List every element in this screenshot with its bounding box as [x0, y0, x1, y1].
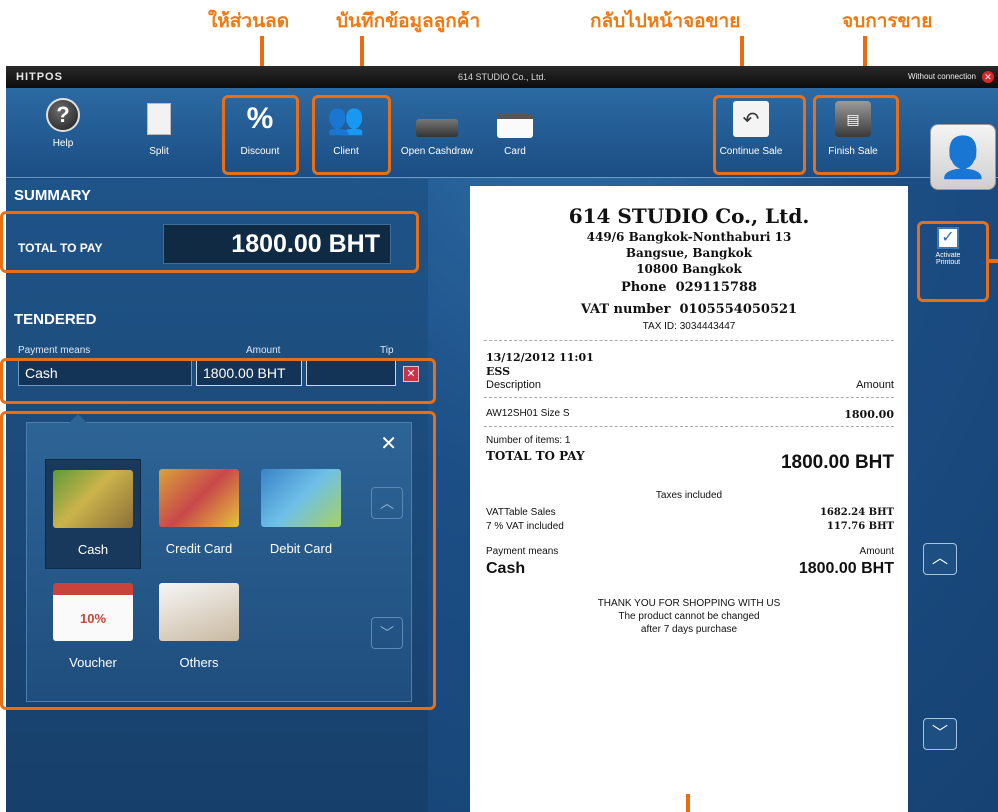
disconnected-icon: ✕: [982, 71, 994, 83]
receipt-address-3: 10800 Bangkok: [636, 262, 742, 276]
receipt-payment-means: Cash: [486, 560, 526, 577]
split-button[interactable]: Split: [124, 92, 194, 174]
divider: [484, 397, 894, 398]
receipt-cashier: ESS: [486, 365, 511, 378]
receipt-items-count: Number of items: 1: [486, 435, 571, 446]
receipt-payment-means-label: Payment means: [486, 546, 559, 557]
receipt-col-amount: Amount: [856, 379, 894, 391]
receipt-scroll-down-icon[interactable]: ﹀: [923, 718, 957, 750]
receipt-scroll-up-icon[interactable]: ︿: [923, 543, 957, 575]
receipt-tax-id: TAX ID: 3034443447: [642, 321, 736, 332]
highlight-discount: [222, 95, 299, 175]
annotation-line: [986, 259, 998, 263]
receipt-datetime: 13/12/2012 11:01: [486, 351, 594, 364]
annotation-line: [686, 794, 690, 812]
cash-drawer-icon: [416, 98, 458, 140]
split-label: Split: [149, 146, 169, 157]
vat-label: VAT number: [580, 302, 671, 317]
help-button[interactable]: ? Help: [28, 92, 98, 174]
tendered-title: TENDERED: [14, 311, 97, 328]
highlight-total: [0, 211, 419, 273]
receipt-payment-amount: 1800.00 BHT: [798, 560, 894, 577]
receipt-preview: 614 STUDIO Co., Ltd. 449/6 Bangkok-Nonth…: [470, 186, 908, 812]
divider: [484, 340, 894, 341]
help-icon: ?: [46, 98, 80, 132]
receipt-taxes-included: Taxes included: [655, 490, 723, 501]
highlight-continue-sale: [713, 95, 806, 175]
highlight-finish-sale: [813, 95, 899, 175]
receipt-vattable-value: 1682.24 BHT: [819, 507, 894, 518]
phone-label: Phone: [620, 280, 667, 295]
receipt-vat-number: VAT number 0105554050521: [470, 302, 908, 317]
annotation-discount: ให้ส่วนลด: [208, 10, 290, 32]
card-icon: [494, 98, 536, 140]
receipt-item-amount: 1800.00: [844, 408, 894, 421]
window-title: 614 STUDIO Co., Ltd.: [457, 72, 547, 82]
receipt-thanks-line-1: THANK YOU FOR SHOPPING WITH US: [597, 598, 781, 609]
receipt-thanks-line-2: The product cannot be changed: [618, 611, 760, 622]
receipt-item-description: AW12SH01 Size S: [486, 408, 570, 419]
title-bar: HITPOS 614 STUDIO Co., Ltd. Without conn…: [6, 66, 998, 88]
receipt-phone: Phone 029115788: [470, 280, 908, 295]
highlight-tendered: [0, 358, 436, 404]
receipt-total-value: 1800.00 BHT: [780, 452, 894, 473]
phone-value: 029115788: [675, 280, 758, 295]
annotation-client: บันทึกข้อมูลลูกค้า: [336, 10, 481, 32]
tip-header: Tip: [380, 345, 394, 356]
split-icon: [138, 98, 180, 140]
user-avatar[interactable]: 👤: [930, 124, 996, 190]
receipt-address-2: Bangsue, Bangkok: [625, 246, 753, 260]
annotation-continue-sale: กลับไปหน้าจอขาย: [590, 10, 741, 32]
amount-header: Amount: [246, 345, 281, 356]
open-cashdraw-label: Open Cashdraw: [400, 146, 474, 157]
help-label: Help: [52, 138, 74, 149]
highlight-payment-methods: [0, 411, 436, 710]
annotation-finish-sale: จบการขาย: [842, 10, 933, 32]
receipt-payment-amount-label: Amount: [859, 546, 894, 557]
connection-status: Without connection: [907, 72, 976, 81]
receipt-thanks-line-3: after 7 days purchase: [640, 624, 738, 635]
open-cashdraw-button[interactable]: Open Cashdraw: [396, 92, 478, 174]
divider: [484, 426, 894, 427]
vat-value: 0105554050521: [679, 302, 798, 317]
payment-means-header: Payment means: [18, 345, 91, 356]
highlight-activate-printout: [917, 221, 989, 302]
highlight-client: [312, 95, 391, 175]
receipt-total-label: TOTAL TO PAY: [486, 449, 585, 463]
card-label: Card: [504, 146, 526, 157]
card-button[interactable]: Card: [480, 92, 550, 174]
receipt-company: 614 STUDIO Co., Ltd.: [568, 204, 810, 228]
summary-title: SUMMARY: [14, 187, 91, 204]
receipt-col-description: Description: [486, 379, 542, 391]
receipt-vattable-label: VATTable Sales: [486, 507, 556, 518]
receipt-vat-included-value: 117.76 BHT: [826, 521, 894, 532]
receipt-vat-included-label: 7 % VAT included: [486, 521, 564, 532]
receipt-address-1: 449/6 Bangkok-Nonthaburi 13: [586, 230, 792, 244]
